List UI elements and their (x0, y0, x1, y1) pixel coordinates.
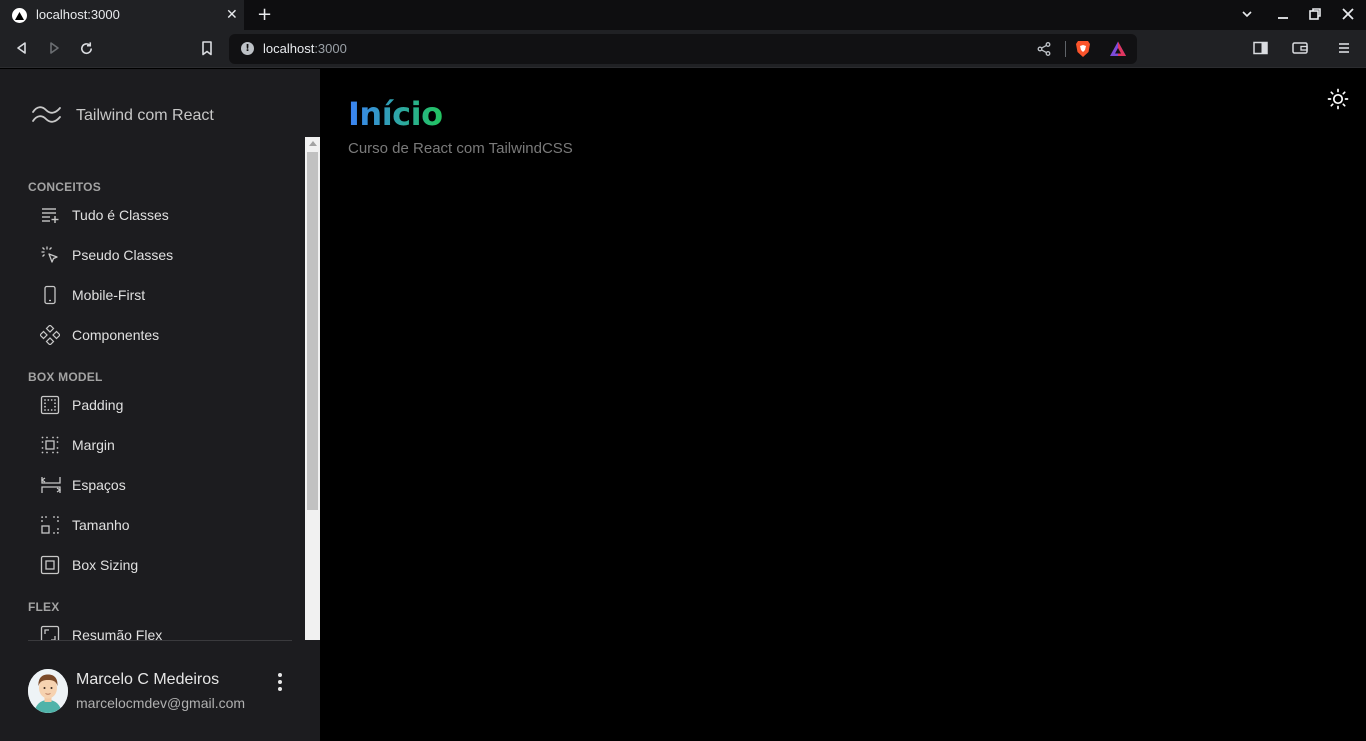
sidebar-scrollbar[interactable] (305, 137, 320, 640)
address-bar[interactable]: ! localhost:3000 (229, 34, 1137, 64)
back-icon[interactable] (13, 39, 31, 57)
brand[interactable]: Tailwind com React (30, 103, 214, 129)
share-icon[interactable] (1037, 41, 1051, 60)
brave-shields-icon[interactable] (1075, 40, 1091, 62)
avatar[interactable] (28, 669, 68, 713)
flex-summary-icon (36, 624, 68, 640)
tailwind-logo-icon (30, 103, 64, 129)
new-tab-icon[interactable]: + (257, 5, 272, 25)
sidebar-item-espacos[interactable]: Espaços (36, 469, 286, 501)
sidebar-item-tudo-e-classes[interactable]: Tudo é Classes (36, 199, 286, 231)
sidebar-menu[interactable]: CONCEITOS Tudo é Classes Pseudo Classes … (0, 137, 305, 640)
sidebar-item-label: Padding (72, 397, 124, 413)
forward-icon[interactable] (45, 39, 63, 57)
profile-name: Marcelo C Medeiros (76, 671, 220, 688)
app-sidebar: Tailwind com React CONCEITOS Tudo é Clas… (0, 69, 320, 741)
more-vertical-icon[interactable] (272, 671, 288, 693)
cursor-click-icon (36, 244, 68, 266)
browser-titlebar: localhost:3000 ✕ + (0, 0, 1366, 30)
vercel-favicon-icon (12, 8, 27, 23)
sidebar-item-label: Tamanho (72, 517, 130, 533)
browser-tab[interactable]: localhost:3000 ✕ (0, 0, 244, 30)
sidebar-item-padding[interactable]: Padding (36, 389, 286, 421)
main-content: Início Curso de React com TailwindCSS (320, 69, 1366, 741)
sidebar-item-label: Resumão Flex (72, 627, 163, 640)
resize-icon (36, 514, 68, 536)
sidebar-item-resumao-flex[interactable]: Resumão Flex (36, 619, 286, 640)
tab-close-icon[interactable]: ✕ (226, 7, 238, 23)
padding-icon (36, 394, 68, 416)
brand-name: Tailwind com React (76, 107, 214, 124)
spacing-icon (36, 474, 68, 496)
components-icon (36, 324, 68, 346)
margin-icon (36, 434, 68, 456)
profile-email: marcelocmdev@gmail.com (76, 695, 246, 711)
sidebar-item-label: Margin (72, 437, 115, 453)
scroll-up-arrow-icon[interactable] (309, 141, 317, 146)
minimize-icon[interactable] (1276, 6, 1290, 25)
sidebar-item-label: Box Sizing (72, 557, 139, 573)
user-profile[interactable]: Marcelo C Medeiros marcelocmdev@gmail.co… (28, 669, 300, 715)
address-bar-divider (1065, 41, 1066, 57)
sidebar-item-componentes[interactable]: Componentes (36, 319, 286, 351)
sidebar-item-box-sizing[interactable]: Box Sizing (36, 549, 286, 581)
playlist-add-icon (36, 204, 68, 226)
sidebar-item-label: Tudo é Classes (72, 207, 169, 223)
page-subtitle: Curso de React com TailwindCSS (348, 140, 573, 157)
box-sizing-icon (36, 554, 68, 576)
sidebar-item-label: Mobile-First (72, 287, 146, 303)
bookmark-icon[interactable] (198, 39, 216, 57)
sun-icon[interactable] (1324, 85, 1352, 113)
close-window-icon[interactable] (1341, 6, 1355, 25)
url-text[interactable]: localhost:3000 (263, 41, 347, 56)
sidebar-item-margin[interactable]: Margin (36, 429, 286, 461)
sidebar-item-mobile-first[interactable]: Mobile-First (36, 279, 286, 311)
sidebar-toggle-icon[interactable] (1251, 39, 1269, 57)
sidebar-item-label: Componentes (72, 327, 160, 343)
scrollbar-thumb[interactable] (307, 152, 318, 510)
restore-icon[interactable] (1308, 6, 1322, 25)
browser-toolbar: ! localhost:3000 (0, 30, 1366, 68)
section-title-flex: FLEX (28, 600, 60, 614)
sidebar-item-tamanho[interactable]: Tamanho (36, 509, 286, 541)
sidebar-item-pseudo-classes[interactable]: Pseudo Classes (36, 239, 286, 271)
section-title-box-model: BOX MODEL (28, 370, 103, 384)
tab-title: localhost:3000 (36, 7, 120, 22)
wallet-icon[interactable] (1291, 39, 1309, 57)
mobile-phone-icon (36, 284, 68, 306)
tab-search-chevron-icon[interactable] (1240, 6, 1254, 25)
section-title-conceitos: CONCEITOS (28, 180, 101, 194)
browser-menu-icon[interactable] (1335, 39, 1353, 57)
brave-rewards-icon[interactable] (1109, 40, 1127, 62)
sidebar-divider (28, 640, 292, 641)
reload-icon[interactable] (77, 39, 95, 57)
sidebar-item-label: Espaços (72, 477, 126, 493)
site-info-icon[interactable]: ! (241, 42, 254, 55)
page-title: Início (348, 95, 443, 133)
sidebar-item-label: Pseudo Classes (72, 247, 174, 263)
